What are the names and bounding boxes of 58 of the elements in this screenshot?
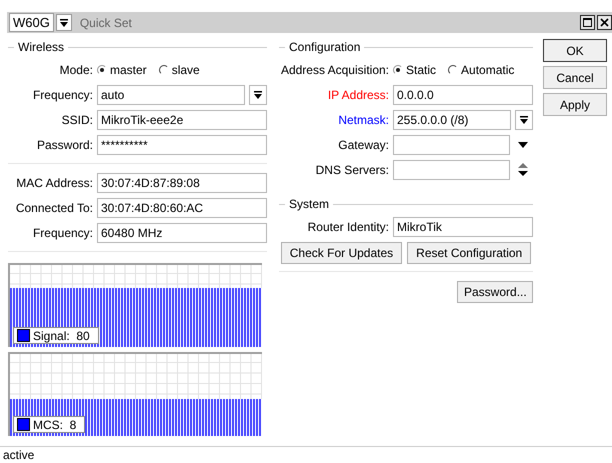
- dropdown-icon: [520, 116, 528, 124]
- text-field[interactable]: 60480 MHz: [97, 222, 267, 242]
- dropdown-field[interactable]: 255.0.0.0 (/8): [393, 110, 511, 130]
- dropdown-icon: [254, 90, 262, 98]
- radio-button[interactable]: [97, 64, 107, 74]
- password-button[interactable]: Password...: [457, 281, 533, 303]
- text-field[interactable]: MikroTik-eee2e: [97, 110, 267, 130]
- dropdown-arrow-icon[interactable]: [518, 142, 528, 148]
- group-title: System: [289, 197, 330, 211]
- text-field[interactable]: 0.0.0.0: [393, 84, 533, 104]
- text-field[interactable]: 30:07:4D:80:60:AC: [97, 198, 267, 218]
- field-label: Frequency:: [32, 88, 94, 102]
- dropdown-button[interactable]: [515, 110, 533, 130]
- radio-button[interactable]: [393, 64, 403, 74]
- dropdown-button[interactable]: [249, 84, 267, 104]
- close-icon: [600, 18, 609, 27]
- radio-label[interactable]: slave: [172, 62, 200, 76]
- field-label: SSID:: [60, 112, 94, 126]
- legend-label: MCS: 8: [33, 418, 76, 432]
- field-label: Frequency:: [32, 226, 94, 240]
- radio-label[interactable]: Automatic: [461, 62, 514, 76]
- system-button[interactable]: Reset Configuration: [407, 242, 532, 264]
- legend-swatch-icon: [17, 329, 30, 342]
- window-title: Quick Set: [80, 16, 133, 30]
- dialog-button[interactable]: Apply: [543, 93, 607, 116]
- combo-field[interactable]: [393, 134, 510, 154]
- legend-label: Signal: 80: [33, 328, 90, 342]
- up-down-icon[interactable]: [518, 163, 528, 176]
- maximize-button[interactable]: [580, 15, 595, 30]
- legend-swatch-icon: [17, 418, 30, 431]
- group-title: Configuration: [289, 40, 360, 54]
- dialog-button[interactable]: Cancel: [543, 66, 607, 89]
- status-bar: active: [0, 446, 612, 463]
- field-label: Connected To:: [14, 200, 94, 214]
- radio-label[interactable]: Static: [406, 62, 436, 76]
- interface-select[interactable]: W60G: [9, 13, 54, 32]
- field-label: Mode:: [58, 62, 94, 76]
- system-button[interactable]: Check For Updates: [280, 242, 402, 264]
- field-label: IP Address:: [326, 88, 390, 102]
- field-label: Address Acquisition:: [280, 62, 390, 76]
- close-button[interactable]: [597, 15, 612, 30]
- field-label: Netmask:: [337, 112, 390, 126]
- text-field[interactable]: **********: [97, 134, 267, 154]
- dns-field[interactable]: [393, 160, 510, 180]
- dialog-button[interactable]: OK: [543, 39, 607, 62]
- radio-label[interactable]: master: [110, 62, 147, 76]
- text-field[interactable]: MikroTik: [393, 216, 533, 236]
- group-title: Wireless: [18, 40, 64, 54]
- dropdown-button[interactable]: [56, 14, 72, 31]
- text-field[interactable]: 30:07:4D:87:89:08: [97, 172, 267, 192]
- maximize-icon: [583, 18, 592, 27]
- field-label: Router Identity:: [306, 220, 390, 234]
- field-label: DNS Servers:: [314, 162, 390, 176]
- field-label: Gateway:: [337, 138, 390, 152]
- field-label: MAC Address:: [15, 176, 94, 190]
- field-label: Password:: [36, 138, 94, 152]
- dropdown-icon: [60, 18, 68, 26]
- dropdown-field[interactable]: auto: [97, 84, 245, 104]
